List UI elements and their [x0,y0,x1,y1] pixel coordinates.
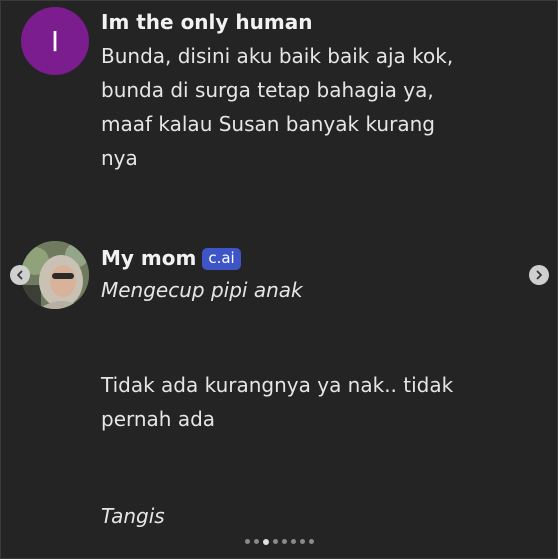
carousel-dot-active[interactable] [263,538,269,545]
bot-name-row: My mom c.ai [101,245,303,271]
chevron-right-icon [536,270,542,280]
carousel-dot[interactable] [282,539,287,544]
carousel-dot[interactable] [300,539,305,544]
user-message-line: Bunda, disini aku baik baik aja kok, [101,44,454,68]
bot-message-text: Tidak ada kurangnya ya nak.. tidak perna… [101,368,453,436]
bot-avatar-image [21,241,89,309]
chevron-left-icon [17,270,23,280]
prev-response-button[interactable] [10,265,30,285]
carousel-dot[interactable] [273,539,278,544]
user-avatar[interactable]: I [21,7,89,75]
bot-action-text: Mengecup pipi anak [101,278,303,302]
bot-name: My mom [101,246,197,270]
user-message-line: nya [101,146,138,170]
bot-message: My mom c.ai Mengecup pipi anak [101,245,303,307]
avatar-letter: I [50,24,60,58]
cai-badge: c.ai [202,248,241,270]
carousel-dot[interactable] [254,539,259,544]
carousel-dots [245,538,314,545]
user-message-line: bunda di surga tetap bahagia ya, [101,78,434,102]
bot-action-text-2: Tangis [101,504,165,528]
user-message-text: Bunda, disini aku baik baik aja kok, bun… [101,39,453,175]
carousel-dot[interactable] [309,539,314,544]
user-name: Im the only human [101,10,313,34]
bot-message-line: Tidak ada kurangnya ya nak.. tidak [101,373,454,397]
bot-avatar[interactable] [21,241,89,309]
carousel-dot[interactable] [245,539,250,544]
bot-message-line: pernah ada [101,407,216,431]
user-message-line: maaf kalau Susan banyak kurang [101,112,435,136]
chat-frame: I Im the only human Bunda, disini aku ba… [0,0,558,559]
user-message: Im the only human Bunda, disini aku baik… [101,9,453,175]
carousel-dot[interactable] [291,539,296,544]
next-response-button[interactable] [529,265,549,285]
